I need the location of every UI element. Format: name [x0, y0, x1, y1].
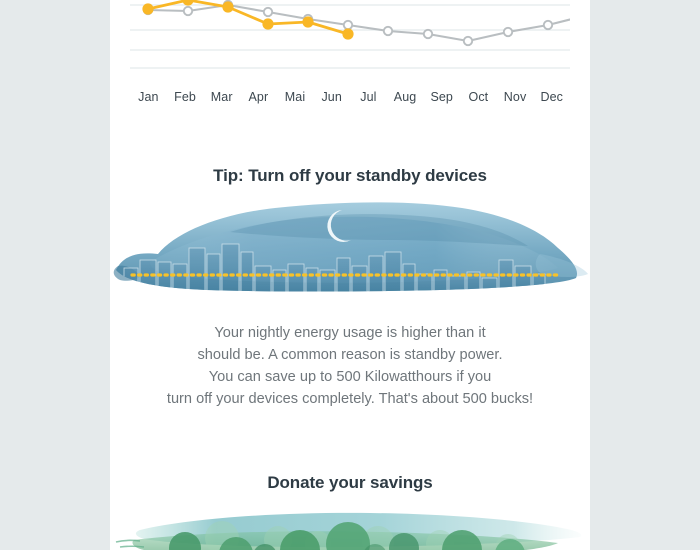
energy-usage-chart: Jan Feb Mar Apr Mai Jun Jul Aug Sep Oct …: [110, 0, 590, 112]
axis-label-nov: Nov: [503, 90, 527, 104]
tip-line-4: turn off your devices completely. That's…: [166, 391, 534, 407]
app-root: Jan Feb Mar Apr Mai Jun Jul Aug Sep Oct …: [0, 0, 700, 550]
axis-label-aug: Aug: [393, 90, 417, 104]
axis-label-jun: Jun: [321, 90, 342, 104]
donate-heading: Donate your savings: [267, 473, 433, 492]
content-card: Jan Feb Mar Apr Mai Jun Jul Aug Sep Oct …: [110, 0, 590, 550]
axis-label-dec: Dec: [540, 90, 563, 104]
series-this-year-markers: [142, 0, 354, 40]
tip-line-1: Your nightly energy usage is higher than…: [214, 325, 486, 341]
chart-svg: [130, 0, 570, 69]
tip-line-3: You can save up to 500 Kilowatthours if …: [208, 369, 492, 385]
night-city-illustration: [110, 192, 590, 304]
axis-label-jul: Jul: [360, 90, 377, 104]
axis-label-jan: Jan: [138, 90, 159, 104]
tip-line-2: should be. A common reason is standby po…: [197, 347, 503, 363]
axis-label-oct: Oct: [468, 90, 489, 104]
chart-x-axis: Jan Feb Mar Apr Mai Jun Jul Aug Sep Oct …: [130, 86, 570, 108]
axis-label-apr: Apr: [248, 90, 269, 104]
axis-label-mai: Mai: [284, 90, 306, 104]
tip-heading: Tip: Turn off your standby devices: [213, 166, 487, 185]
tip-body-text: Your nightly energy usage is higher than…: [110, 322, 590, 410]
night-city-svg: [113, 202, 588, 292]
axis-label-sep: Sep: [430, 90, 453, 104]
axis-label-feb: Feb: [174, 90, 196, 104]
axis-label-mar: Mar: [210, 90, 233, 104]
forest-illustration: [110, 500, 590, 550]
forest-svg: [115, 512, 582, 550]
chart-plot-area: [130, 0, 570, 70]
